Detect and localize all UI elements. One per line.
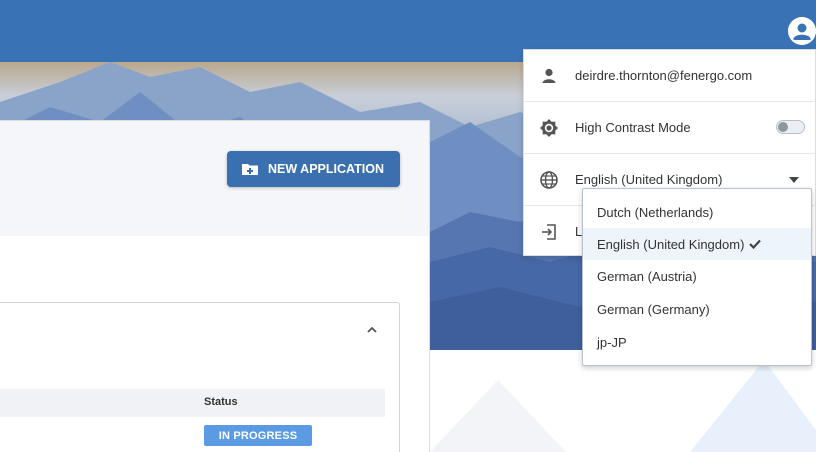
new-application-button[interactable]: NEW APPLICATION bbox=[227, 151, 400, 187]
user-email: deirdre.thornton@fenergo.com bbox=[575, 68, 753, 83]
caret-down-icon[interactable] bbox=[788, 176, 800, 184]
chevron-up-icon[interactable] bbox=[365, 325, 379, 335]
language-option-dutch-netherlands[interactable]: Dutch (Netherlands) bbox=[583, 196, 811, 228]
contrast-icon bbox=[539, 118, 559, 138]
column-header-status[interactable]: Status bbox=[204, 396, 238, 408]
folder-plus-icon bbox=[241, 162, 259, 176]
language-option-label: Dutch (Netherlands) bbox=[597, 204, 714, 220]
logout-icon bbox=[539, 222, 559, 242]
high-contrast-label: High Contrast Mode bbox=[575, 120, 691, 135]
language-option-label: jp-JP bbox=[597, 334, 627, 350]
applications-panel: Status IN PROGRESS bbox=[0, 302, 400, 452]
high-contrast-item[interactable]: High Contrast Mode bbox=[524, 102, 816, 153]
user-email-item[interactable]: deirdre.thornton@fenergo.com bbox=[524, 50, 816, 101]
applications-card: NEW APPLICATION Status IN PROGRESS bbox=[0, 120, 430, 452]
checkmark-icon bbox=[749, 239, 762, 249]
language-options-list: Dutch (Netherlands) English (United King… bbox=[582, 188, 812, 366]
new-application-label: NEW APPLICATION bbox=[268, 162, 384, 176]
language-option-label: German (Germany) bbox=[597, 301, 710, 317]
language-option-jp-jp[interactable]: jp-JP bbox=[583, 326, 811, 358]
status-badge: IN PROGRESS bbox=[204, 425, 312, 446]
table-header-row: Status bbox=[0, 389, 385, 417]
language-option-german-germany[interactable]: German (Germany) bbox=[583, 293, 811, 325]
person-icon bbox=[539, 66, 559, 86]
high-contrast-toggle[interactable] bbox=[776, 120, 805, 134]
language-option-label: German (Austria) bbox=[597, 268, 697, 284]
card-header: NEW APPLICATION bbox=[0, 121, 429, 236]
language-current-value: English (United Kingdom) bbox=[575, 172, 723, 187]
globe-icon bbox=[539, 170, 559, 190]
language-option-english-uk[interactable]: English (United Kingdom) bbox=[583, 228, 811, 260]
account-circle-icon[interactable] bbox=[788, 17, 816, 45]
language-option-label: English (United Kingdom) bbox=[597, 236, 745, 252]
language-option-german-austria[interactable]: German (Austria) bbox=[583, 260, 811, 292]
